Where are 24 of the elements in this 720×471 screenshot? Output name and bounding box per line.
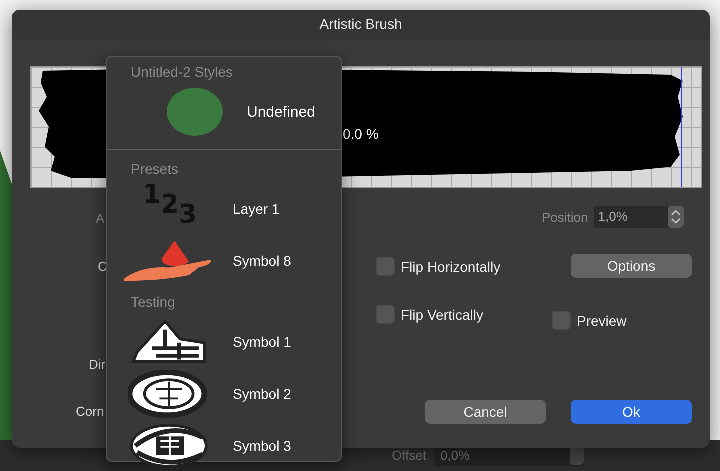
preview-reading: 0.0 %: [343, 126, 379, 142]
menu-item[interactable]: Symbol 1: [107, 316, 341, 368]
checkbox[interactable]: Flip Horizontally: [376, 257, 501, 276]
checkbox[interactable]: Preview: [552, 311, 627, 330]
button[interactable]: Cancel: [425, 400, 546, 424]
button[interactable]: Options: [571, 254, 692, 278]
window-title: Artistic Brush: [12, 10, 710, 40]
position-field[interactable]: 1,0%: [594, 206, 668, 228]
stepper-icon[interactable]: [668, 206, 684, 228]
offset-label: Offset: [392, 448, 426, 463]
field-label: Dir: [89, 357, 106, 372]
menu-item[interactable]: Symbol 3: [107, 420, 341, 471]
field-label: C: [98, 259, 108, 274]
menu-item[interactable]: Undefined: [107, 86, 341, 138]
section-header: Untitled-2 Styles: [130, 63, 234, 82]
section-header: Testing: [130, 293, 176, 312]
menu-item[interactable]: Symbol 8: [107, 235, 341, 287]
field-label: Corn: [76, 404, 104, 419]
ok-button[interactable]: Ok: [571, 400, 692, 424]
menu-item[interactable]: Symbol 2: [107, 368, 341, 420]
position-label: Position: [542, 210, 588, 224]
section-header: Presets: [130, 160, 180, 179]
field-label: A: [96, 211, 105, 226]
checkbox[interactable]: Flip Vertically: [376, 305, 484, 324]
